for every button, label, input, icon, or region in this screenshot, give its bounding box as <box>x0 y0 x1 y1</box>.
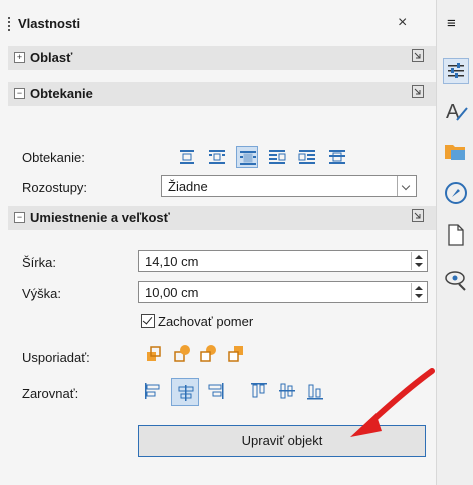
wrap-off-button[interactable] <box>176 146 198 168</box>
page-icon[interactable] <box>443 222 469 248</box>
close-button[interactable]: × <box>398 14 407 32</box>
sidebar-menu-button[interactable]: ≡ <box>447 15 456 32</box>
section-wrap-label: Obtekanie <box>30 86 93 101</box>
width-label: Šírka: <box>22 255 56 270</box>
properties-icon <box>448 63 464 78</box>
grip-handle[interactable] <box>8 17 13 31</box>
panel-titlebar: Vlastnosti × <box>0 14 436 36</box>
wrap-optimal-button[interactable] <box>236 146 258 168</box>
properties-panel: Vlastnosti × + Oblasť − Obtekanie Obteka… <box>0 0 436 485</box>
align-top-icon[interactable] <box>248 380 270 402</box>
width-spinbox[interactable]: 14,10 cm <box>138 250 428 272</box>
forward-one-icon[interactable] <box>172 343 194 365</box>
align-middle-icon[interactable] <box>276 380 298 402</box>
sidebar-tabbar: ≡ A <box>436 0 473 485</box>
align-label: Zarovnať: <box>22 386 79 401</box>
align-center-button[interactable] <box>171 378 199 406</box>
keep-ratio-label[interactable]: Zachovať pomer <box>158 314 253 329</box>
inspector-icon[interactable] <box>443 266 469 292</box>
align-bottom-icon[interactable] <box>304 380 326 402</box>
align-right-icon[interactable] <box>204 380 226 402</box>
section-position-size[interactable]: − Umiestnenie a veľkosť <box>8 206 436 230</box>
arrange-label: Usporiadať: <box>22 350 90 365</box>
wrap-through-button[interactable] <box>326 146 348 168</box>
send-to-back-icon[interactable] <box>226 343 248 365</box>
wrap-optimal-icon <box>240 151 256 165</box>
more-options-icon[interactable] <box>412 49 424 62</box>
spin-buttons[interactable] <box>411 252 426 270</box>
wrap-right-icon <box>298 150 315 164</box>
collapse-icon[interactable]: − <box>14 212 25 223</box>
align-center-icon <box>178 385 194 401</box>
wrap-parallel-button[interactable] <box>206 146 228 168</box>
wrap-parallel-icon <box>209 150 225 164</box>
spacing-dropdown[interactable]: Žiadne <box>161 175 417 197</box>
width-value: 14,10 cm <box>145 254 199 269</box>
wrap-left-icon <box>269 150 286 164</box>
section-wrap[interactable]: − Obtekanie <box>8 82 436 106</box>
styles-icon[interactable]: A <box>443 98 469 124</box>
section-area-label: Oblasť <box>30 50 73 65</box>
keep-ratio-checkbox[interactable] <box>141 314 155 328</box>
section-position-label: Umiestnenie a veľkosť <box>30 210 170 225</box>
spacing-value: Žiadne <box>168 179 208 194</box>
align-left-icon[interactable] <box>142 380 164 402</box>
wrap-off-icon <box>180 150 194 164</box>
spin-buttons[interactable] <box>411 283 426 301</box>
height-label: Výška: <box>22 286 62 301</box>
more-options-icon[interactable] <box>412 85 424 98</box>
section-area[interactable]: + Oblasť <box>8 46 436 70</box>
height-spinbox[interactable]: 10,00 cm <box>138 281 428 303</box>
wrap-right-button[interactable] <box>296 146 318 168</box>
tab-properties[interactable] <box>443 58 469 84</box>
panel-title: Vlastnosti <box>18 16 81 31</box>
wrap-left-button[interactable] <box>266 146 288 168</box>
wrap-label: Obtekanie: <box>22 150 85 165</box>
height-value: 10,00 cm <box>145 285 199 300</box>
spacing-label: Rozostupy: <box>22 180 88 195</box>
expand-icon[interactable]: + <box>14 52 25 63</box>
gallery-icon[interactable] <box>443 138 469 164</box>
bring-to-front-icon[interactable] <box>144 343 166 365</box>
back-one-icon[interactable] <box>198 343 220 365</box>
chevron-down-icon[interactable] <box>397 176 416 196</box>
more-options-icon[interactable] <box>412 209 424 222</box>
annotation-arrow <box>350 368 435 437</box>
navigator-icon[interactable] <box>443 180 469 206</box>
wrap-through-icon <box>329 150 345 164</box>
collapse-icon[interactable]: − <box>14 88 25 99</box>
